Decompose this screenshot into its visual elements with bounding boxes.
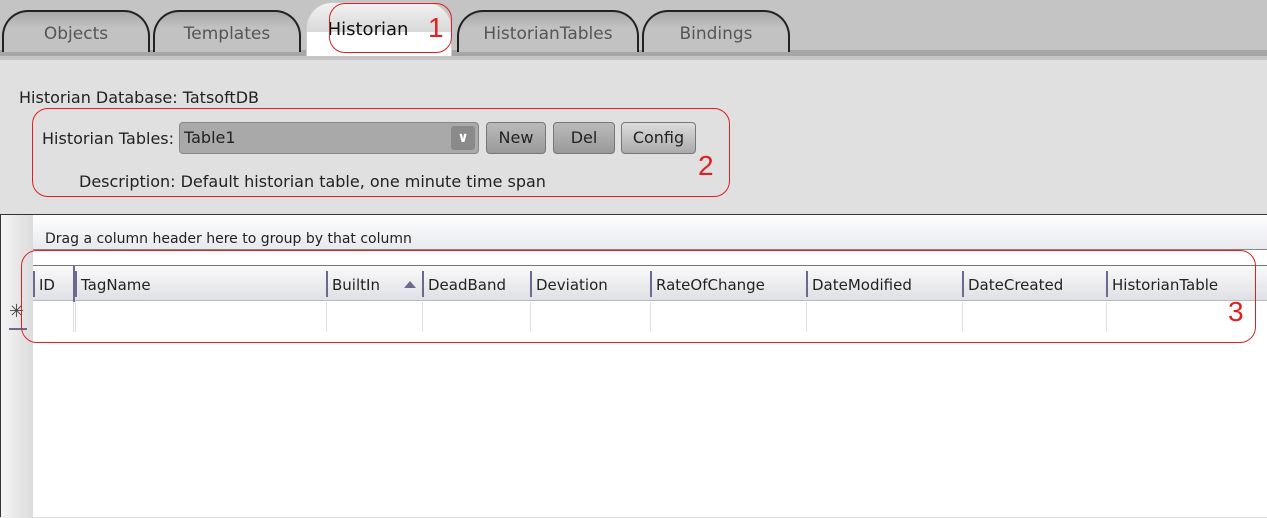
cell[interactable] <box>650 302 806 332</box>
cell[interactable] <box>73 302 326 332</box>
tab-bar: Objects Templates Historian HistorianTab… <box>0 0 1267 60</box>
chevron-down-icon[interactable]: ∨ <box>451 126 475 150</box>
new-row-underline <box>9 328 27 330</box>
tab-templates[interactable]: Templates <box>153 10 301 52</box>
cell[interactable] <box>806 302 962 332</box>
sort-ascending-icon <box>404 281 416 288</box>
cell[interactable] <box>530 302 650 332</box>
column-tagname[interactable]: TagName <box>73 266 326 302</box>
cell[interactable] <box>326 302 422 332</box>
tab-objects[interactable]: Objects <box>2 10 150 52</box>
config-button[interactable]: Config <box>621 122 696 154</box>
new-row[interactable] <box>33 302 1267 332</box>
selected-table: Table1 <box>184 128 236 147</box>
description-label: Description: Default historian table, on… <box>79 172 546 191</box>
tab-bindings[interactable]: Bindings <box>642 10 790 52</box>
column-deviation[interactable]: Deviation <box>530 266 650 302</box>
historian-grid: ✳ Drag a column header here to group by … <box>0 214 1267 518</box>
historian-tables-select[interactable]: Table1 ∨ <box>179 122 479 154</box>
annotation-number-2: 2 <box>698 150 714 181</box>
row-header <box>1 215 33 518</box>
column-rateofchange[interactable]: RateOfChange <box>650 266 806 302</box>
new-button[interactable]: New <box>486 122 546 154</box>
new-row-icon: ✳ <box>9 301 25 322</box>
cell[interactable] <box>962 302 1106 332</box>
column-builtin[interactable]: BuiltIn <box>326 266 422 302</box>
historian-tables-label: Historian Tables: <box>42 129 175 148</box>
column-datecreated[interactable]: DateCreated <box>962 266 1106 302</box>
column-deadband[interactable]: DeadBand <box>422 266 530 302</box>
historian-database-label: Historian Database: TatsoftDB <box>19 88 259 107</box>
column-label: BuiltIn <box>332 276 380 294</box>
group-panel[interactable]: Drag a column header here to group by th… <box>33 215 1267 250</box>
annotation-number-1: 1 <box>428 12 444 43</box>
tab-label: Historian <box>327 19 409 40</box>
annotation-number-3: 3 <box>1228 296 1244 327</box>
del-button[interactable]: Del <box>553 122 615 154</box>
column-headers: ID TagName BuiltIn DeadBand Deviation Ra… <box>33 265 1267 302</box>
cell[interactable] <box>422 302 530 332</box>
group-hint: Drag a column header here to group by th… <box>45 231 412 247</box>
column-datemodified[interactable]: DateModified <box>806 266 962 302</box>
column-id[interactable]: ID <box>33 266 73 302</box>
tab-historian-tables[interactable]: HistorianTables <box>457 10 639 52</box>
